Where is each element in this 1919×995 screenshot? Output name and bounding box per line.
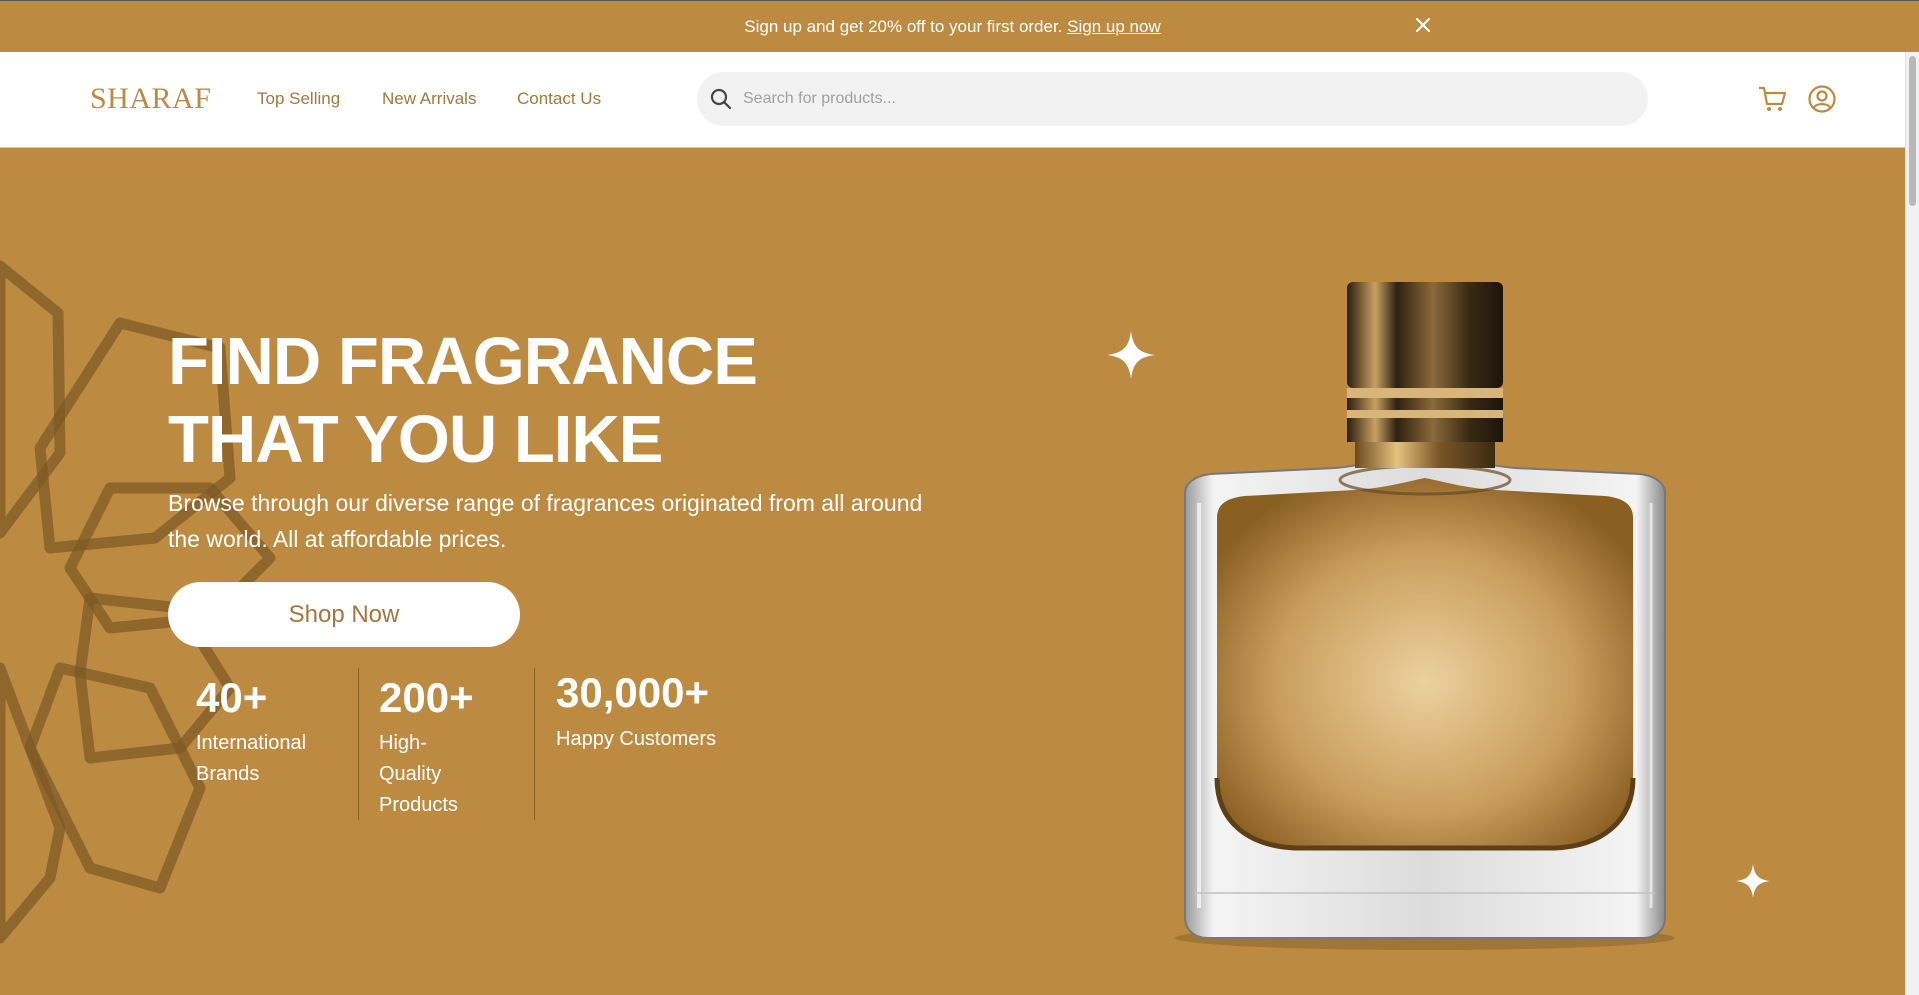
hero-headline: FIND FRAGRANCE THAT YOU LIKE xyxy=(168,323,758,479)
stat-products-value: 200+ xyxy=(379,674,474,721)
stat-brands-label: International Brands xyxy=(196,728,306,790)
stat-products-label-line-3: Products xyxy=(379,794,458,816)
promo-message: Sign up and get 20% off to your first or… xyxy=(0,17,1905,37)
stat-customers-label: Happy Customers xyxy=(556,724,716,755)
stat-brands-value: 40+ xyxy=(196,674,268,721)
hero-subtext: Browse through our diverse range of frag… xyxy=(168,490,923,552)
nav-contact-us[interactable]: Contact Us xyxy=(517,89,601,109)
sparkle-icon xyxy=(1736,864,1770,898)
nav-top-selling[interactable]: Top Selling xyxy=(257,89,340,109)
stat-customers-label-line-1: Happy Customers xyxy=(556,728,717,750)
brand-logo[interactable]: SHARAF xyxy=(90,82,211,116)
stat-brands-label-line-2: Brands xyxy=(196,763,260,785)
shop-now-button[interactable]: Shop Now xyxy=(168,582,520,647)
user-account-icon[interactable] xyxy=(1807,84,1837,114)
perfume-bottle-image xyxy=(1175,282,1675,950)
search-bar xyxy=(697,72,1648,126)
close-icon[interactable] xyxy=(1413,15,1433,35)
scrollbar-thumb[interactable] xyxy=(1909,56,1916,206)
headline-line-1: FIND FRAGRANCE xyxy=(168,324,758,399)
stat-divider xyxy=(534,668,535,820)
promo-signup-link[interactable]: Sign up now xyxy=(1067,17,1161,36)
site-header: SHARAF Top Selling New Arrivals Contact … xyxy=(0,52,1905,148)
stat-products-label-line-2: Quality xyxy=(379,763,442,785)
promo-text: Sign up and get 20% off to your first or… xyxy=(744,17,1063,36)
promo-bar: Sign up and get 20% off to your first or… xyxy=(0,0,1919,52)
stat-products-label: High- Quality Products xyxy=(379,728,458,821)
hero-section: FIND FRAGRANCE THAT YOU LIKE Browse thro… xyxy=(0,148,1905,995)
stat-products-label-line-1: High- xyxy=(379,732,427,754)
search-icon[interactable] xyxy=(709,87,733,111)
decorative-hexagon-pattern xyxy=(0,260,276,944)
stat-customers-value: 30,000+ xyxy=(556,669,709,716)
cart-icon[interactable] xyxy=(1758,84,1788,114)
nav-new-arrivals[interactable]: New Arrivals xyxy=(382,89,476,109)
stat-divider xyxy=(358,668,359,820)
headline-line-2: THAT YOU LIKE xyxy=(168,402,663,477)
search-input[interactable] xyxy=(743,72,1623,126)
page-scrollbar[interactable] xyxy=(1905,52,1919,995)
stat-brands-label-line-1: International xyxy=(196,732,307,754)
sparkle-icon xyxy=(1107,331,1155,379)
